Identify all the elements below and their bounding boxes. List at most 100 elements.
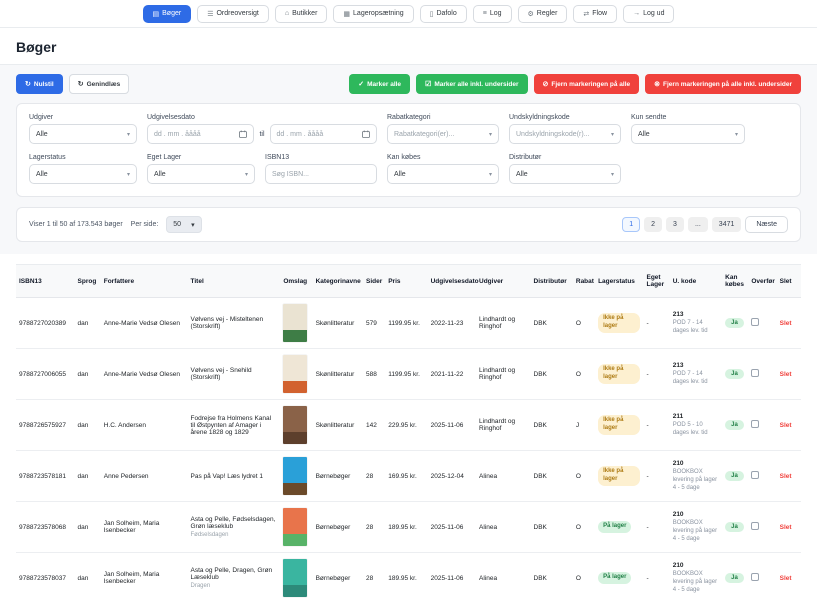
cell-titel: Asta og Pelle, Dragen, Grøn Læseklub Dra… <box>188 553 281 600</box>
slet-link[interactable]: Slet <box>780 473 792 480</box>
reset-icon: ↻ <box>25 80 31 88</box>
cell-slet: Slet <box>777 349 801 400</box>
cell-overfor <box>748 349 776 400</box>
isbn-search-input[interactable]: Søg ISBN... <box>265 164 377 184</box>
nav-tab-flow[interactable]: ⇄ Flow <box>573 5 617 23</box>
chevron-down-icon: ▾ <box>611 171 614 178</box>
undskyldningskode-select[interactable]: Undskyldningskode(r)...▾ <box>509 124 621 144</box>
slet-link[interactable]: Slet <box>780 575 792 582</box>
filter-udgivelsesdato: Udgivelsesdato dd . mm . åååå til dd . m… <box>147 114 377 144</box>
cell-eget-lager: - <box>643 349 669 400</box>
column-header: Slet <box>777 265 801 298</box>
nav-tab-log[interactable]: ≡ Log <box>473 5 512 23</box>
slet-link[interactable]: Slet <box>780 422 792 429</box>
lagerstatus-badge: Ikke på lager <box>598 466 640 486</box>
distributor-select[interactable]: Alle▾ <box>509 164 621 184</box>
cell-pris: 189.95 kr. <box>385 502 427 553</box>
book-cover <box>283 508 307 546</box>
nav-tab-lagerops-tning[interactable]: ▦ Lageropsætning <box>333 5 413 23</box>
nav-tab-butikker[interactable]: ⌂ Butikker <box>275 5 328 23</box>
overfor-checkbox[interactable] <box>751 471 759 479</box>
per-side-select[interactable]: 50▾ <box>166 216 201 233</box>
date-from-input[interactable]: dd . mm . åååå <box>147 124 254 144</box>
nav-tab-ordreoversigt[interactable]: ☰ Ordreoversigt <box>197 5 269 23</box>
slet-link[interactable]: Slet <box>780 371 792 378</box>
book-cover <box>283 304 307 342</box>
eget-lager-select[interactable]: Alle▾ <box>147 164 255 184</box>
table-row: 9788727006055 dan Anne-Marie Vedsø Olese… <box>16 349 801 400</box>
overfor-checkbox[interactable] <box>751 522 759 530</box>
table-header-row: ISBN13SprogForfattereTitelOmslagKategori… <box>16 265 801 298</box>
udgiver-select[interactable]: Alle▾ <box>29 124 137 144</box>
kan-kobes-badge: Ja <box>725 318 744 328</box>
cell-overfor <box>748 553 776 600</box>
rabatkategori-select[interactable]: Rabatkategori(er)...▾ <box>387 124 499 144</box>
column-header: Overfør <box>748 265 776 298</box>
column-header: Distributør <box>531 265 573 298</box>
kan-kobes-select[interactable]: Alle▾ <box>387 164 499 184</box>
marker-alle-button[interactable]: ✓ Marker alle <box>349 74 410 94</box>
date-to-input[interactable]: dd . mm . åååå <box>270 124 377 144</box>
column-header: Omslag <box>280 265 312 298</box>
filter-distributor: Distributør Alle▾ <box>509 154 621 184</box>
calendar-icon <box>239 130 247 138</box>
cell-omslag <box>280 349 312 400</box>
cell-kan-kobes: Ja <box>722 400 748 451</box>
shop-icon: ⌂ <box>285 10 289 17</box>
overfor-checkbox[interactable] <box>751 318 759 326</box>
cell-distributor: DBK <box>531 298 573 349</box>
cell-titel: Fodrejse fra Holmens Kanal til Østpynten… <box>188 400 281 451</box>
cell-lagerstatus: Ikke på lager <box>595 451 643 502</box>
fjern-markering-button[interactable]: ⊘ Fjern markeringen på alle <box>534 74 640 94</box>
chevron-down-icon: ▾ <box>489 171 492 178</box>
cell-ukode: 210 BOOKBOX levering på lager 4 - 5 dage <box>670 451 722 502</box>
lagerstatus-select[interactable]: Alle▾ <box>29 164 137 184</box>
nulstil-button[interactable]: ↻ Nulstil <box>16 74 63 94</box>
per-side-label: Per side: <box>131 221 159 228</box>
lagerstatus-badge: På lager <box>598 521 631 533</box>
filter-undskyldningskode: Undskyldningskode Undskyldningskode(r)..… <box>509 114 621 144</box>
next-page-button[interactable]: Næste <box>745 216 788 233</box>
cell-eget-lager: - <box>643 298 669 349</box>
cell-udgivelsesdato: 2022-11-23 <box>428 298 476 349</box>
genindlaes-button[interactable]: ↻ Genindlæs <box>69 74 129 94</box>
reload-icon: ↻ <box>78 80 84 88</box>
page-button[interactable]: 3471 <box>712 217 742 232</box>
cell-isbn: 9788727020389 <box>16 298 75 349</box>
page-button[interactable]: 1 <box>622 217 640 232</box>
cell-titel: Vølvens vej - Snehild (Storskrift) <box>188 349 281 400</box>
nav-tab-dafolo[interactable]: ▯ Dafolo <box>420 5 467 23</box>
marker-alle-inkl-button[interactable]: ☑ Marker alle inkl. undersider <box>416 74 527 94</box>
cell-distributor: DBK <box>531 451 573 502</box>
page-button[interactable]: 3 <box>666 217 684 232</box>
fjern-markering-inkl-button[interactable]: ⊗ Fjern markeringen på alle inkl. unders… <box>645 74 801 94</box>
column-header: Sprog <box>75 265 101 298</box>
page-button[interactable]: 2 <box>644 217 662 232</box>
page-button: ... <box>688 217 708 232</box>
slet-link[interactable]: Slet <box>780 524 792 531</box>
cell-kan-kobes: Ja <box>722 451 748 502</box>
book-icon: ▤ <box>153 10 160 18</box>
cell-udgiver: Alinea <box>476 451 530 502</box>
cell-sider: 142 <box>363 400 385 451</box>
controls-section: ↻ Nulstil ↻ Genindlæs ✓ Marker alle ☑ Ma… <box>0 64 817 254</box>
column-header: ISBN13 <box>16 265 75 298</box>
cell-eget-lager: - <box>643 553 669 600</box>
cell-isbn: 9788723578068 <box>16 502 75 553</box>
pagination-bar: Viser 1 til 50 af 173.543 bøger Per side… <box>16 207 801 242</box>
kun-sendte-select[interactable]: Alle▾ <box>631 124 745 144</box>
overfor-checkbox[interactable] <box>751 369 759 377</box>
overfor-checkbox[interactable] <box>751 573 759 581</box>
nav-tab-regler[interactable]: ⚙ Regler <box>518 5 568 23</box>
cell-eget-lager: - <box>643 451 669 502</box>
slet-link[interactable]: Slet <box>780 320 792 327</box>
cell-omslag <box>280 400 312 451</box>
table-row: 9788723578037 dan Jan Solheim, Maria Ise… <box>16 553 801 600</box>
column-header: Sider <box>363 265 385 298</box>
nav-tab-log-ud[interactable]: → Log ud <box>623 5 674 23</box>
toolbar: ↻ Nulstil ↻ Genindlæs ✓ Marker alle ☑ Ma… <box>16 74 801 94</box>
overfor-checkbox[interactable] <box>751 420 759 428</box>
nav-tab-b-ger[interactable]: ▤ Bøger <box>143 5 192 23</box>
cell-slet: Slet <box>777 553 801 600</box>
kan-kobes-badge: Ja <box>725 573 744 583</box>
